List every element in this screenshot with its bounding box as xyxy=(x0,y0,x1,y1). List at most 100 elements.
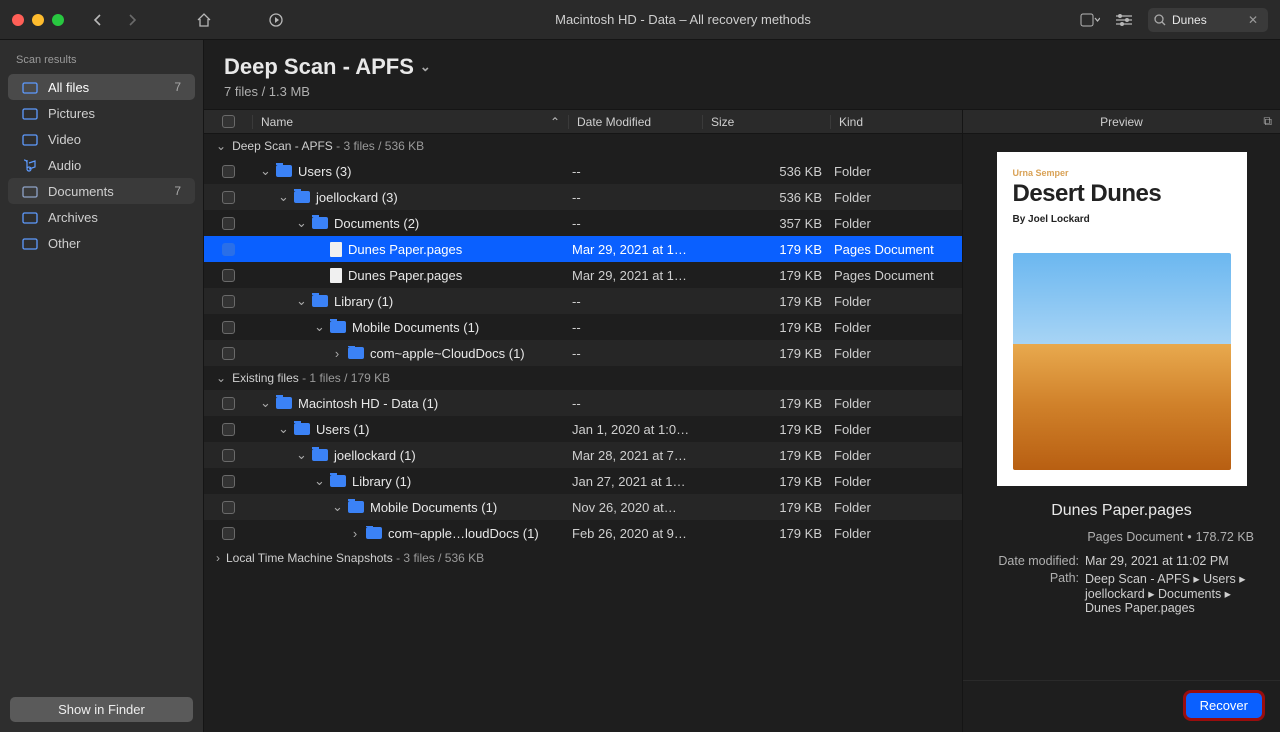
row-checkbox[interactable] xyxy=(222,475,235,488)
doc-title: Desert Dunes xyxy=(1013,180,1231,208)
disclosure-icon[interactable]: ⌄ xyxy=(314,319,324,335)
folder-row[interactable]: ⌄ Users (1) Jan 1, 2020 at 1:0… 179 KB F… xyxy=(204,416,962,442)
row-name: joellockard (3) xyxy=(316,190,398,205)
row-size: 179 KB xyxy=(702,500,830,515)
disclosure-icon[interactable]: ⌄ xyxy=(314,473,324,489)
disclosure-icon[interactable]: › xyxy=(216,551,220,565)
file-row[interactable]: Dunes Paper.pages Mar 29, 2021 at 1… 179… xyxy=(204,262,962,288)
row-size: 179 KB xyxy=(702,346,830,361)
disclosure-icon[interactable]: ⌄ xyxy=(278,189,288,205)
view-options-icon[interactable] xyxy=(1080,10,1100,30)
sidebar-item-audio[interactable]: Audio xyxy=(8,152,195,178)
settings-icon[interactable] xyxy=(1114,10,1134,30)
folder-row[interactable]: ⌄ Library (1) Jan 27, 2021 at 1… 179 KB … xyxy=(204,468,962,494)
folder-row[interactable]: › com~apple…loudDocs (1) Feb 26, 2020 at… xyxy=(204,520,962,546)
row-kind: Folder xyxy=(830,190,962,205)
search-input[interactable] xyxy=(1172,13,1242,27)
folder-row[interactable]: ⌄ joellockard (1) Mar 28, 2021 at 7… 179… xyxy=(204,442,962,468)
home-icon[interactable] xyxy=(194,10,214,30)
row-date: -- xyxy=(568,190,702,205)
sidebar-item-documents[interactable]: Documents 7 xyxy=(8,178,195,204)
row-checkbox[interactable] xyxy=(222,423,235,436)
sidebar-item-video[interactable]: Video xyxy=(8,126,195,152)
row-size: 536 KB xyxy=(702,190,830,205)
disclosure-icon[interactable]: › xyxy=(350,526,360,541)
column-date[interactable]: Date Modified xyxy=(568,115,702,129)
row-checkbox[interactable] xyxy=(222,269,235,282)
forward-button[interactable] xyxy=(122,10,142,30)
folder-row[interactable]: ⌄ Macintosh HD - Data (1) -- 179 KB Fold… xyxy=(204,390,962,416)
row-kind: Folder xyxy=(830,320,962,335)
window-title: Macintosh HD - Data – All recovery metho… xyxy=(300,12,1066,27)
row-checkbox[interactable] xyxy=(222,217,235,230)
group-row[interactable]: › Local Time Machine Snapshots - 3 files… xyxy=(204,546,962,570)
disclosure-icon[interactable]: › xyxy=(332,346,342,361)
row-date: -- xyxy=(568,346,702,361)
sidebar-item-other[interactable]: Other xyxy=(8,230,195,256)
row-checkbox[interactable] xyxy=(222,501,235,514)
row-checkbox[interactable] xyxy=(222,165,235,178)
column-size[interactable]: Size xyxy=(702,115,830,129)
progress-icon[interactable] xyxy=(266,10,286,30)
sidebar-item-pictures[interactable]: Pictures xyxy=(8,100,195,126)
file-list: Name⌃ Date Modified Size Kind ⌄ Deep Sca… xyxy=(204,109,962,732)
row-kind: Folder xyxy=(830,526,962,541)
row-checkbox[interactable] xyxy=(222,191,235,204)
sidebar-item-archives[interactable]: Archives xyxy=(8,204,195,230)
disclosure-icon[interactable]: ⌄ xyxy=(260,395,270,411)
group-row[interactable]: ⌄ Existing files - 1 files / 179 KB xyxy=(204,366,962,390)
sidebar-item-count: 7 xyxy=(174,184,181,198)
chevron-down-icon[interactable]: ⌄ xyxy=(420,59,431,75)
folder-row[interactable]: ⌄ joellockard (3) -- 536 KB Folder xyxy=(204,184,962,210)
select-all-checkbox[interactable] xyxy=(222,115,235,128)
disclosure-icon[interactable]: ⌄ xyxy=(216,139,226,153)
row-kind: Folder xyxy=(830,500,962,515)
row-size: 357 KB xyxy=(702,216,830,231)
disclosure-icon[interactable]: ⌄ xyxy=(296,293,306,309)
folder-row[interactable]: ⌄ Users (3) -- 536 KB Folder xyxy=(204,158,962,184)
sort-indicator-icon: ⌃ xyxy=(550,115,560,129)
disclosure-icon[interactable]: ⌄ xyxy=(260,163,270,179)
clear-search-icon[interactable]: ✕ xyxy=(1248,13,1258,27)
row-date: Feb 26, 2020 at 9… xyxy=(568,526,702,541)
minimize-icon[interactable] xyxy=(32,14,44,26)
disclosure-icon[interactable]: ⌄ xyxy=(332,499,342,515)
row-checkbox[interactable] xyxy=(222,397,235,410)
file-row[interactable]: Dunes Paper.pages Mar 29, 2021 at 1… 179… xyxy=(204,236,962,262)
row-date: -- xyxy=(568,396,702,411)
back-button[interactable] xyxy=(88,10,108,30)
scan-title[interactable]: Deep Scan - APFS ⌄ xyxy=(224,54,1260,80)
sidebar-item-count: 7 xyxy=(174,80,181,94)
sidebar-item-all-files[interactable]: All files 7 xyxy=(8,74,195,100)
row-checkbox[interactable] xyxy=(222,243,235,256)
maximize-icon[interactable] xyxy=(52,14,64,26)
group-row[interactable]: ⌄ Deep Scan - APFS - 3 files / 536 KB xyxy=(204,134,962,158)
row-name: Dunes Paper.pages xyxy=(348,242,462,257)
recover-button[interactable]: Recover xyxy=(1186,693,1262,718)
row-checkbox[interactable] xyxy=(222,321,235,334)
folder-row[interactable]: ⌄ Documents (2) -- 357 KB Folder xyxy=(204,210,962,236)
folder-row[interactable]: ⌄ Library (1) -- 179 KB Folder xyxy=(204,288,962,314)
folder-icon xyxy=(294,191,310,203)
disclosure-icon[interactable]: ⌄ xyxy=(296,215,306,231)
folder-row[interactable]: › com~apple~CloudDocs (1) -- 179 KB Fold… xyxy=(204,340,962,366)
show-in-finder-button[interactable]: Show in Finder xyxy=(10,697,193,722)
disclosure-icon[interactable]: ⌄ xyxy=(216,371,226,385)
row-kind: Folder xyxy=(830,294,962,309)
row-checkbox[interactable] xyxy=(222,527,235,540)
column-name[interactable]: Name⌃ xyxy=(252,115,568,129)
folder-row[interactable]: ⌄ Mobile Documents (1) -- 179 KB Folder xyxy=(204,314,962,340)
disclosure-icon[interactable]: ⌄ xyxy=(296,447,306,463)
search-box[interactable]: ✕ xyxy=(1148,8,1268,32)
column-kind[interactable]: Kind xyxy=(830,115,962,129)
group-label: Local Time Machine Snapshots xyxy=(226,551,393,565)
folder-icon xyxy=(366,527,382,539)
disclosure-icon[interactable]: ⌄ xyxy=(278,421,288,437)
row-checkbox[interactable] xyxy=(222,449,235,462)
expand-preview-icon[interactable]: ⧉ xyxy=(1263,114,1272,129)
date-modified-value: Mar 29, 2021 at 11:02 PM xyxy=(1085,554,1254,568)
close-icon[interactable] xyxy=(12,14,24,26)
row-checkbox[interactable] xyxy=(222,347,235,360)
folder-row[interactable]: ⌄ Mobile Documents (1) Nov 26, 2020 at… … xyxy=(204,494,962,520)
row-checkbox[interactable] xyxy=(222,295,235,308)
